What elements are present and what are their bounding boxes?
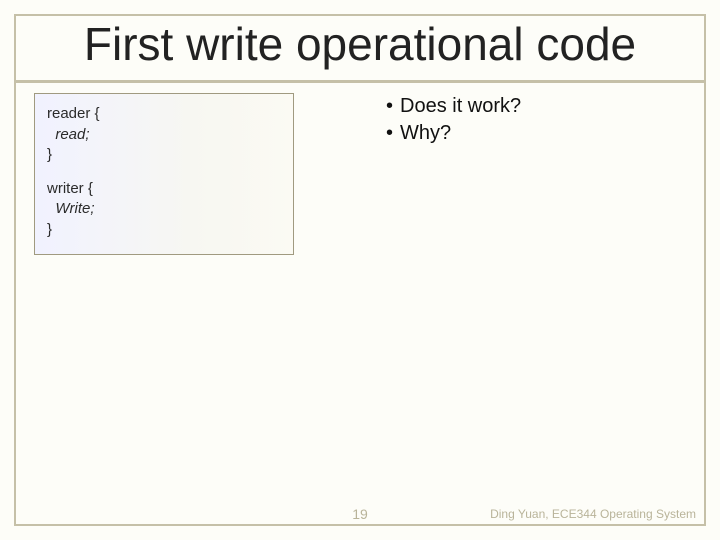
code-box: reader { read; } writer { Write; } [34, 93, 294, 255]
writer-header: writer { [47, 180, 93, 197]
question-text: Why? [400, 120, 451, 147]
question-list: • Does it work? • Why? [386, 93, 521, 147]
writer-body: Write; [55, 200, 94, 217]
footer: 19 Ding Yuan, ECE344 Operating System [14, 502, 706, 526]
question-text: Does it work? [400, 93, 521, 120]
slide-frame: First write operational code reader { re… [14, 14, 706, 526]
question-item: • Why? [386, 120, 521, 147]
attribution: Ding Yuan, ECE344 Operating System [490, 507, 696, 521]
reader-close: } [47, 146, 52, 163]
writer-block: writer { Write; } [47, 179, 281, 240]
title-block: First write operational code [16, 16, 704, 80]
page-number: 19 [352, 506, 368, 522]
writer-close: } [47, 221, 52, 238]
question-item: • Does it work? [386, 93, 521, 120]
bullet-icon: • [386, 120, 400, 147]
slide-title: First write operational code [26, 20, 694, 68]
content-area: reader { read; } writer { Write; } • Doe… [16, 83, 704, 255]
reader-header: reader { [47, 105, 100, 122]
bullet-icon: • [386, 93, 400, 120]
reader-body: read; [55, 126, 89, 143]
reader-block: reader { read; } [47, 104, 281, 165]
